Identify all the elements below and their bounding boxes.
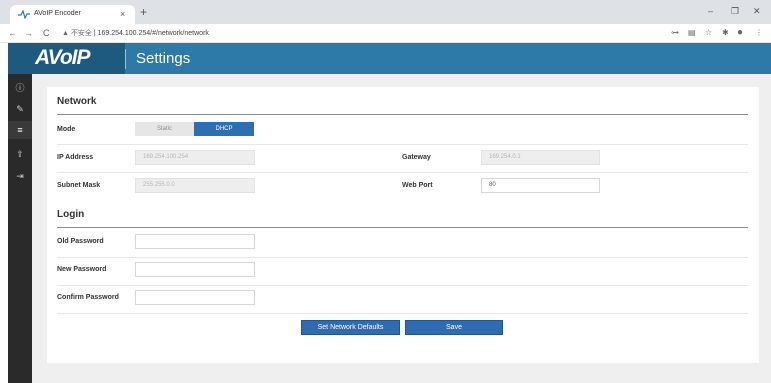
pulse-icon	[18, 10, 30, 19]
new-tab-icon[interactable]: +	[140, 6, 147, 18]
new-password-label: New Password	[57, 266, 107, 273]
header-divider	[125, 49, 126, 69]
mode-label: Mode	[57, 126, 76, 133]
row-divider	[57, 144, 748, 145]
mode-dhcp-option[interactable]: DHCP	[194, 122, 254, 136]
security-warning[interactable]: ▲ 不安全	[62, 30, 92, 37]
sidebar-item-upgrade[interactable]: ⇪	[8, 145, 32, 163]
back-icon[interactable]: ←	[8, 27, 17, 39]
sliders-icon: ≡	[17, 125, 23, 135]
subnet-mask-field: 255.255.0.0	[135, 178, 255, 193]
new-password-field[interactable]	[135, 262, 255, 277]
restore-icon[interactable]: ❐	[731, 6, 739, 16]
key-icon[interactable]: ⊶	[671, 27, 679, 39]
address-separator: |	[93, 30, 96, 37]
extensions-icon[interactable]: ✱	[722, 27, 729, 39]
sidebar-item-logout[interactable]: ⇥	[8, 167, 32, 185]
browser-toolbar: ← → C ▲ 不安全 | 169.254.100.254/#/network/…	[0, 24, 771, 43]
row-divider	[57, 285, 748, 286]
browser-tab[interactable]: AVoIP Encoder ×	[10, 5, 135, 24]
settings-card: Network Mode Static DHCP IP Address 169.…	[47, 87, 759, 363]
logout-icon: ⇥	[16, 171, 24, 181]
login-section-rule	[57, 227, 748, 228]
tab-title: AVoIP Encoder	[34, 10, 81, 17]
browser-tab-strip: AVoIP Encoder × + – ❐ ✕	[0, 0, 771, 24]
set-network-defaults-button[interactable]: Set Network Defaults	[301, 320, 400, 335]
translate-icon[interactable]: ▤	[688, 27, 696, 39]
old-password-label: Old Password	[57, 238, 104, 245]
address-url[interactable]: 169.254.100.254/#/network/network	[98, 30, 209, 37]
brand-area: AVoIP	[8, 43, 125, 74]
web-port-label: Web Port	[402, 182, 433, 189]
sidebar: ⓘ ✎ ≡ ⇪ ⇥	[8, 74, 32, 383]
row-divider	[57, 313, 748, 314]
subnet-mask-label: Subnet Mask	[57, 182, 101, 189]
gateway-label: Gateway	[402, 154, 431, 161]
gateway-field: 169.254.0.1	[481, 150, 600, 165]
reload-icon[interactable]: C	[43, 27, 50, 39]
tab-close-icon[interactable]: ×	[120, 8, 125, 20]
sidebar-item-info[interactable]: ⓘ	[8, 79, 32, 97]
page-title: Settings	[136, 50, 191, 67]
confirm-password-label: Confirm Password	[57, 294, 119, 301]
network-section-title: Network	[57, 96, 97, 107]
address-bar[interactable]: ▲ 不安全 | 169.254.100.254/#/network/networ…	[62, 27, 209, 40]
row-divider	[57, 172, 748, 173]
forward-icon[interactable]: →	[24, 27, 33, 39]
upload-icon: ⇪	[16, 149, 24, 159]
close-window-icon[interactable]: ✕	[753, 6, 761, 16]
save-button[interactable]: Save	[405, 320, 503, 335]
login-section-title: Login	[57, 209, 85, 220]
info-icon: ⓘ	[15, 83, 25, 93]
ip-address-field: 169.254.100.254	[135, 150, 255, 165]
confirm-password-field[interactable]	[135, 290, 255, 305]
mode-static-option[interactable]: Static	[135, 122, 194, 136]
row-divider	[57, 257, 748, 258]
menu-icon[interactable]: ⋮	[755, 27, 763, 39]
sidebar-item-edit[interactable]: ✎	[8, 100, 32, 118]
brand-logo: AVoIP	[35, 46, 91, 69]
network-section-rule	[57, 114, 748, 115]
leaf-icon: ✎	[16, 104, 24, 114]
star-icon[interactable]: ☆	[705, 27, 712, 39]
old-password-field[interactable]	[135, 234, 255, 249]
app-header: AVoIP Settings	[8, 43, 771, 74]
minimize-icon[interactable]: –	[708, 6, 713, 16]
profile-icon[interactable]: ●	[737, 27, 743, 39]
ip-address-label: IP Address	[57, 154, 94, 161]
web-port-field[interactable]: 80	[481, 178, 600, 193]
sidebar-item-settings[interactable]: ≡	[8, 121, 32, 139]
